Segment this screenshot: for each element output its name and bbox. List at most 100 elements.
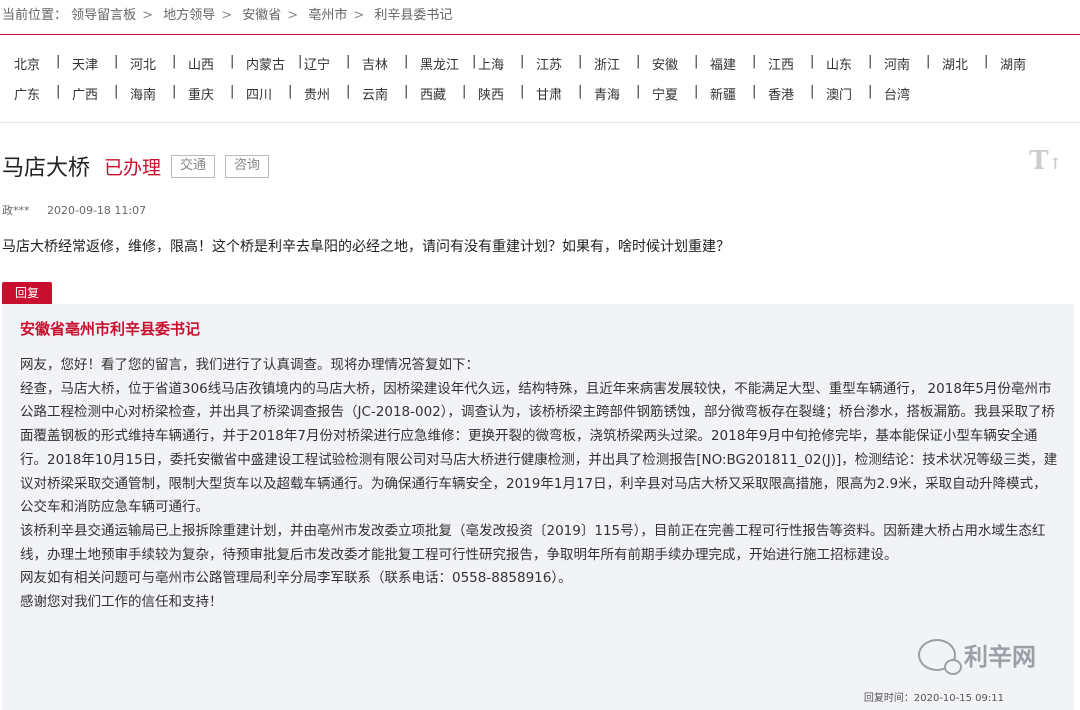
reply-paragraph: 感谢您对我们工作的信任和支持！ bbox=[20, 594, 223, 611]
region-link[interactable]: 山西 bbox=[188, 54, 214, 73]
reply-body: 网友，您好！看了您的留言，我们进行了认真调查。现将办理情况答复如下： 经查，马店… bbox=[20, 354, 1060, 615]
reply-paragraph: 网友，您好！看了您的留言，我们进行了认真调查。现将办理情况答复如下： bbox=[20, 357, 479, 373]
region-link[interactable]: 西藏 bbox=[420, 84, 446, 103]
region-divider: | bbox=[404, 84, 409, 99]
region-link[interactable]: 陕西 bbox=[478, 84, 504, 103]
region-link[interactable]: 天津 bbox=[72, 54, 98, 73]
region-link[interactable]: 上海 bbox=[478, 54, 504, 73]
region-link[interactable]: 澳门 bbox=[826, 84, 852, 103]
region-divider: | bbox=[346, 54, 351, 69]
reply-paragraph: 该桥利辛县交通运输局已上报拆除重建计划，并由亳州市发改委立项批复（亳发改投资〔2… bbox=[20, 522, 1046, 563]
font-toggle-glyph: T bbox=[1029, 146, 1049, 176]
breadcrumb-separator: > bbox=[353, 8, 365, 23]
region-divider: | bbox=[346, 84, 351, 99]
region-link[interactable]: 北京 bbox=[14, 54, 40, 73]
region-link[interactable]: 四川 bbox=[246, 84, 272, 103]
region-divider: | bbox=[472, 54, 477, 69]
region-link[interactable]: 新疆 bbox=[710, 84, 736, 103]
post-time: 2020-09-18 11:07 bbox=[47, 204, 147, 217]
region-link[interactable]: 湖南 bbox=[1000, 54, 1026, 73]
font-size-toggle-icon[interactable]: T↑ bbox=[1029, 146, 1062, 176]
reply-time: 回复时间：2020-10-15 09:11 bbox=[863, 693, 1004, 704]
region-divider: | bbox=[462, 84, 467, 99]
breadcrumb-separator: > bbox=[142, 8, 154, 23]
watermark-text: 利辛网 bbox=[964, 643, 1036, 671]
region-link[interactable]: 内蒙古 bbox=[246, 54, 285, 73]
post-author: 政*** bbox=[2, 204, 30, 217]
region-link[interactable]: 广东 bbox=[14, 84, 40, 103]
reply-org: 安徽省亳州市利辛县委书记 bbox=[20, 320, 201, 338]
region-divider: | bbox=[578, 54, 583, 69]
breadcrumb-separator: > bbox=[221, 8, 233, 23]
region-link[interactable]: 宁夏 bbox=[652, 84, 678, 103]
region-divider: | bbox=[810, 84, 815, 99]
region-divider: | bbox=[752, 84, 757, 99]
breadcrumb-item[interactable]: 利辛县委书记 bbox=[374, 8, 452, 23]
reply-paragraph: 网友如有相关问题可与亳州市公路管理局利辛分局李军联系（联系电话：0558-885… bbox=[20, 570, 572, 587]
region-link[interactable]: 河南 bbox=[884, 54, 910, 73]
region-link[interactable]: 广西 bbox=[72, 84, 98, 103]
region-link[interactable]: 甘肃 bbox=[536, 84, 562, 103]
region-link[interactable]: 江西 bbox=[768, 54, 794, 73]
region-divider: | bbox=[868, 54, 873, 69]
breadcrumb-item[interactable]: 安徽省 bbox=[242, 8, 281, 23]
region-link[interactable]: 重庆 bbox=[188, 84, 214, 103]
region-divider: | bbox=[404, 54, 409, 69]
region-divider: | bbox=[288, 84, 293, 99]
region-link[interactable]: 福建 bbox=[710, 54, 736, 73]
region-divider: | bbox=[298, 54, 303, 69]
region-link[interactable]: 海南 bbox=[130, 84, 156, 103]
breadcrumb-separator: > bbox=[287, 8, 299, 23]
post-meta: 政*** 2020-09-18 11:07 bbox=[2, 202, 146, 218]
region-divider: | bbox=[984, 54, 989, 69]
tag-traffic[interactable]: 交通 bbox=[171, 154, 216, 178]
region-link[interactable]: 湖北 bbox=[942, 54, 968, 73]
region-link[interactable]: 辽宁 bbox=[304, 54, 330, 73]
reply-box: 安徽省亳州市利辛县委书记 网友，您好！看了您的留言，我们进行了认真调查。现将办理… bbox=[2, 304, 1074, 710]
reply-badge: 回复 bbox=[2, 282, 52, 304]
region-link[interactable]: 台湾 bbox=[884, 84, 910, 103]
region-link[interactable]: 江苏 bbox=[536, 54, 562, 73]
breadcrumb-label: 当前位置： bbox=[2, 8, 68, 23]
breadcrumb-item[interactable]: 地方领导 bbox=[163, 8, 215, 23]
wechat-icon bbox=[918, 638, 962, 675]
post-title-row: 马店大桥 已办理 交通 咨询 bbox=[2, 150, 270, 182]
reply-paragraph: 经查，马店大桥，位于省道306线马店孜镇境内的马店大桥，因桥梁建设年代久远，结构… bbox=[20, 380, 1058, 516]
region-divider: | bbox=[694, 84, 699, 99]
region-link[interactable]: 吉林 bbox=[362, 54, 388, 73]
region-link[interactable]: 浙江 bbox=[594, 54, 620, 73]
region-nav-divider bbox=[0, 122, 1080, 123]
region-link[interactable]: 山东 bbox=[826, 54, 852, 73]
region-divider: | bbox=[520, 84, 525, 99]
breadcrumb-item[interactable]: 领导留言板 bbox=[71, 8, 136, 23]
region-divider: | bbox=[172, 54, 177, 69]
region-link[interactable]: 河北 bbox=[130, 54, 156, 73]
region-link[interactable]: 黑龙江 bbox=[420, 54, 459, 73]
breadcrumb-item[interactable]: 亳州市 bbox=[308, 8, 347, 23]
region-divider: | bbox=[636, 54, 641, 69]
post-title: 马店大桥 bbox=[2, 156, 91, 181]
region-nav-row-1: 北京 | 天津 | 河北 | 山西 | 内蒙古 | 辽宁 | 吉林 | 黑龙江 | 上海 | 江苏 | 浙江 | 安徽 | 福建… bbox=[0, 54, 1080, 76]
region-divider: | bbox=[172, 84, 177, 99]
region-divider: | bbox=[810, 54, 815, 69]
region-divider: | bbox=[752, 54, 757, 69]
region-divider: | bbox=[230, 54, 235, 69]
watermark: 利辛网 bbox=[918, 637, 1036, 675]
tag-consult[interactable]: 咨询 bbox=[225, 154, 270, 178]
region-divider: | bbox=[520, 54, 525, 69]
region-nav-row-2: 广东 | 广西 | 海南 | 重庆 | 四川 | 贵州 | 云南 | 西藏 | 陕西 | 甘肃 | 青海 | 宁夏 | 新疆 | 香… bbox=[0, 84, 1080, 106]
region-link[interactable]: 安徽 bbox=[652, 54, 678, 73]
region-divider: | bbox=[694, 54, 699, 69]
region-divider: | bbox=[926, 54, 931, 69]
region-link[interactable]: 青海 bbox=[594, 84, 620, 103]
status-badge: 已办理 bbox=[104, 156, 162, 179]
region-link[interactable]: 香港 bbox=[768, 84, 794, 103]
font-toggle-arrow: ↑ bbox=[1048, 154, 1062, 173]
post-content: 马店大桥经常返修，维修，限高！这个桥是利辛去阜阳的必经之地，请问有没有重建计划？… bbox=[2, 239, 730, 255]
region-divider: | bbox=[636, 84, 641, 99]
region-divider: | bbox=[114, 54, 119, 69]
region-link[interactable]: 贵州 bbox=[304, 84, 330, 103]
region-link[interactable]: 云南 bbox=[362, 84, 388, 103]
header-divider bbox=[0, 34, 1080, 35]
region-divider: | bbox=[868, 84, 873, 99]
